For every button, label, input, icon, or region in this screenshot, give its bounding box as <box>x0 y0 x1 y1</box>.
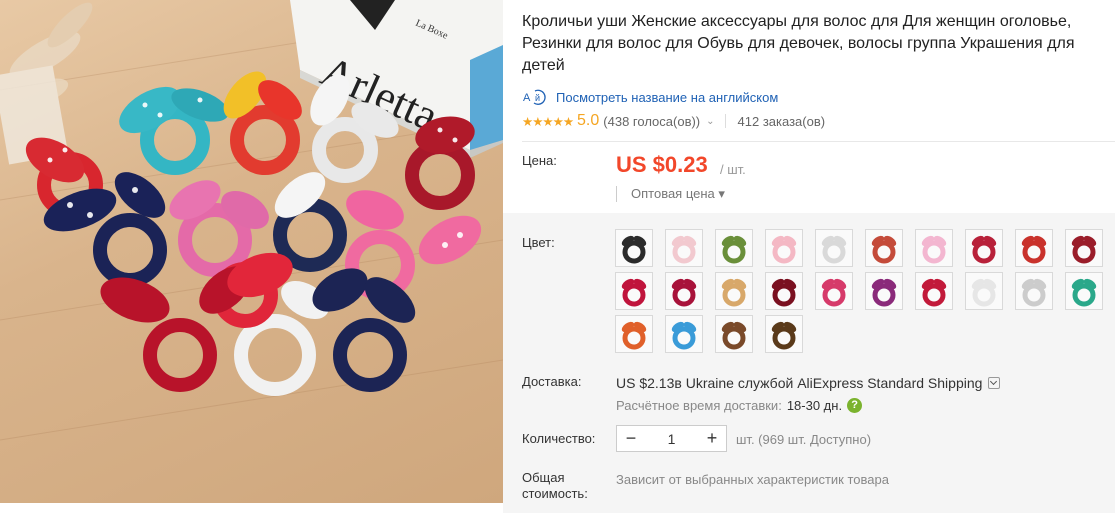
color-swatch[interactable] <box>665 315 703 353</box>
shipping-info: US $2.13 в Ukraine службой AliExpress St… <box>616 375 1001 391</box>
rating-stars: ★★★★★ <box>522 114 574 129</box>
product-title: Кроличьи уши Женские аксессуары для воло… <box>522 13 1075 74</box>
color-swatch[interactable] <box>615 315 653 353</box>
color-swatch[interactable] <box>1065 229 1103 267</box>
shipping-dropdown-icon[interactable] <box>988 377 1001 389</box>
total-label: Общая стоимость: <box>522 470 588 502</box>
rating-votes[interactable]: (438 голоса(ов)) <box>603 114 700 129</box>
color-swatch[interactable] <box>665 229 703 267</box>
rating-separator <box>724 114 726 128</box>
translate-title-link[interactable]: A й Посмотреть название на английском <box>522 88 778 106</box>
color-swatch[interactable] <box>915 272 953 310</box>
divider <box>522 141 1115 142</box>
orders-count: 412 заказа(ов) <box>737 113 826 129</box>
wholesale-price-dropdown[interactable]: Оптовая цена ▾ <box>616 186 725 202</box>
delivery-estimate: Расчётное время доставки: 18-30 дн. ? <box>616 398 863 413</box>
price-value: US $0.23 <box>616 152 708 177</box>
total-label-line1: Общая <box>522 470 565 485</box>
delivery-estimate-label: Расчётное время доставки: <box>616 398 782 413</box>
product-image[interactable]: Arletta La Boxe <box>0 0 503 503</box>
color-swatch[interactable] <box>965 272 1003 310</box>
color-swatch[interactable] <box>815 229 853 267</box>
quantity-stepper: − 1 + <box>616 425 727 452</box>
color-swatch[interactable] <box>665 272 703 310</box>
svg-text:й: й <box>535 93 540 103</box>
total-label-line2: стоимость: <box>522 486 588 501</box>
quantity-label: Количество: <box>522 431 596 446</box>
color-swatch[interactable] <box>915 229 953 267</box>
total-value: Зависит от выбранных характеристик товар… <box>616 472 889 487</box>
translate-icon: A й <box>522 88 548 106</box>
shipping-text: в Ukraine службой AliExpress Standard Sh… <box>674 375 983 391</box>
translate-link-text: Посмотреть название на английском <box>556 89 779 105</box>
rating-score: 5.0 <box>577 112 600 129</box>
shipping-label: Доставка: <box>522 374 582 389</box>
hair-ties-illustration: Arletta La Boxe <box>0 0 503 441</box>
color-swatch[interactable] <box>865 229 903 267</box>
price-unit: / шт. <box>720 162 746 177</box>
color-swatch[interactable] <box>965 229 1003 267</box>
color-swatch[interactable] <box>615 272 653 310</box>
price-label: Цена: <box>522 153 557 168</box>
delivery-days: 18-30 дн. <box>786 398 843 413</box>
color-swatch[interactable] <box>715 272 753 310</box>
color-swatch[interactable] <box>715 229 753 267</box>
rating-row: ★★★★★ 5.0 (438 голоса(ов)) ⌄ 412 заказа(… <box>522 112 825 130</box>
chevron-down-icon[interactable]: ⌄ <box>706 116 714 127</box>
shipping-cost: US $2.13 <box>616 375 675 391</box>
color-swatch[interactable] <box>765 229 803 267</box>
quantity-available: шт. (969 шт. Доступно) <box>736 432 872 447</box>
quantity-increase-button[interactable]: + <box>698 426 726 451</box>
color-swatch[interactable] <box>1015 272 1053 310</box>
color-swatch[interactable] <box>615 229 653 267</box>
color-swatch[interactable] <box>765 272 803 310</box>
color-swatch[interactable] <box>865 272 903 310</box>
color-swatch[interactable] <box>1015 229 1053 267</box>
color-swatch[interactable] <box>765 315 803 353</box>
help-icon[interactable]: ? <box>847 398 863 413</box>
svg-text:A: A <box>523 92 531 104</box>
color-swatch[interactable] <box>815 272 853 310</box>
quantity-decrease-button[interactable]: − <box>617 426 645 451</box>
color-swatch[interactable] <box>1065 272 1103 310</box>
color-swatch[interactable] <box>715 315 753 353</box>
color-label: Цвет: <box>522 235 555 250</box>
quantity-input[interactable]: 1 <box>645 431 698 447</box>
